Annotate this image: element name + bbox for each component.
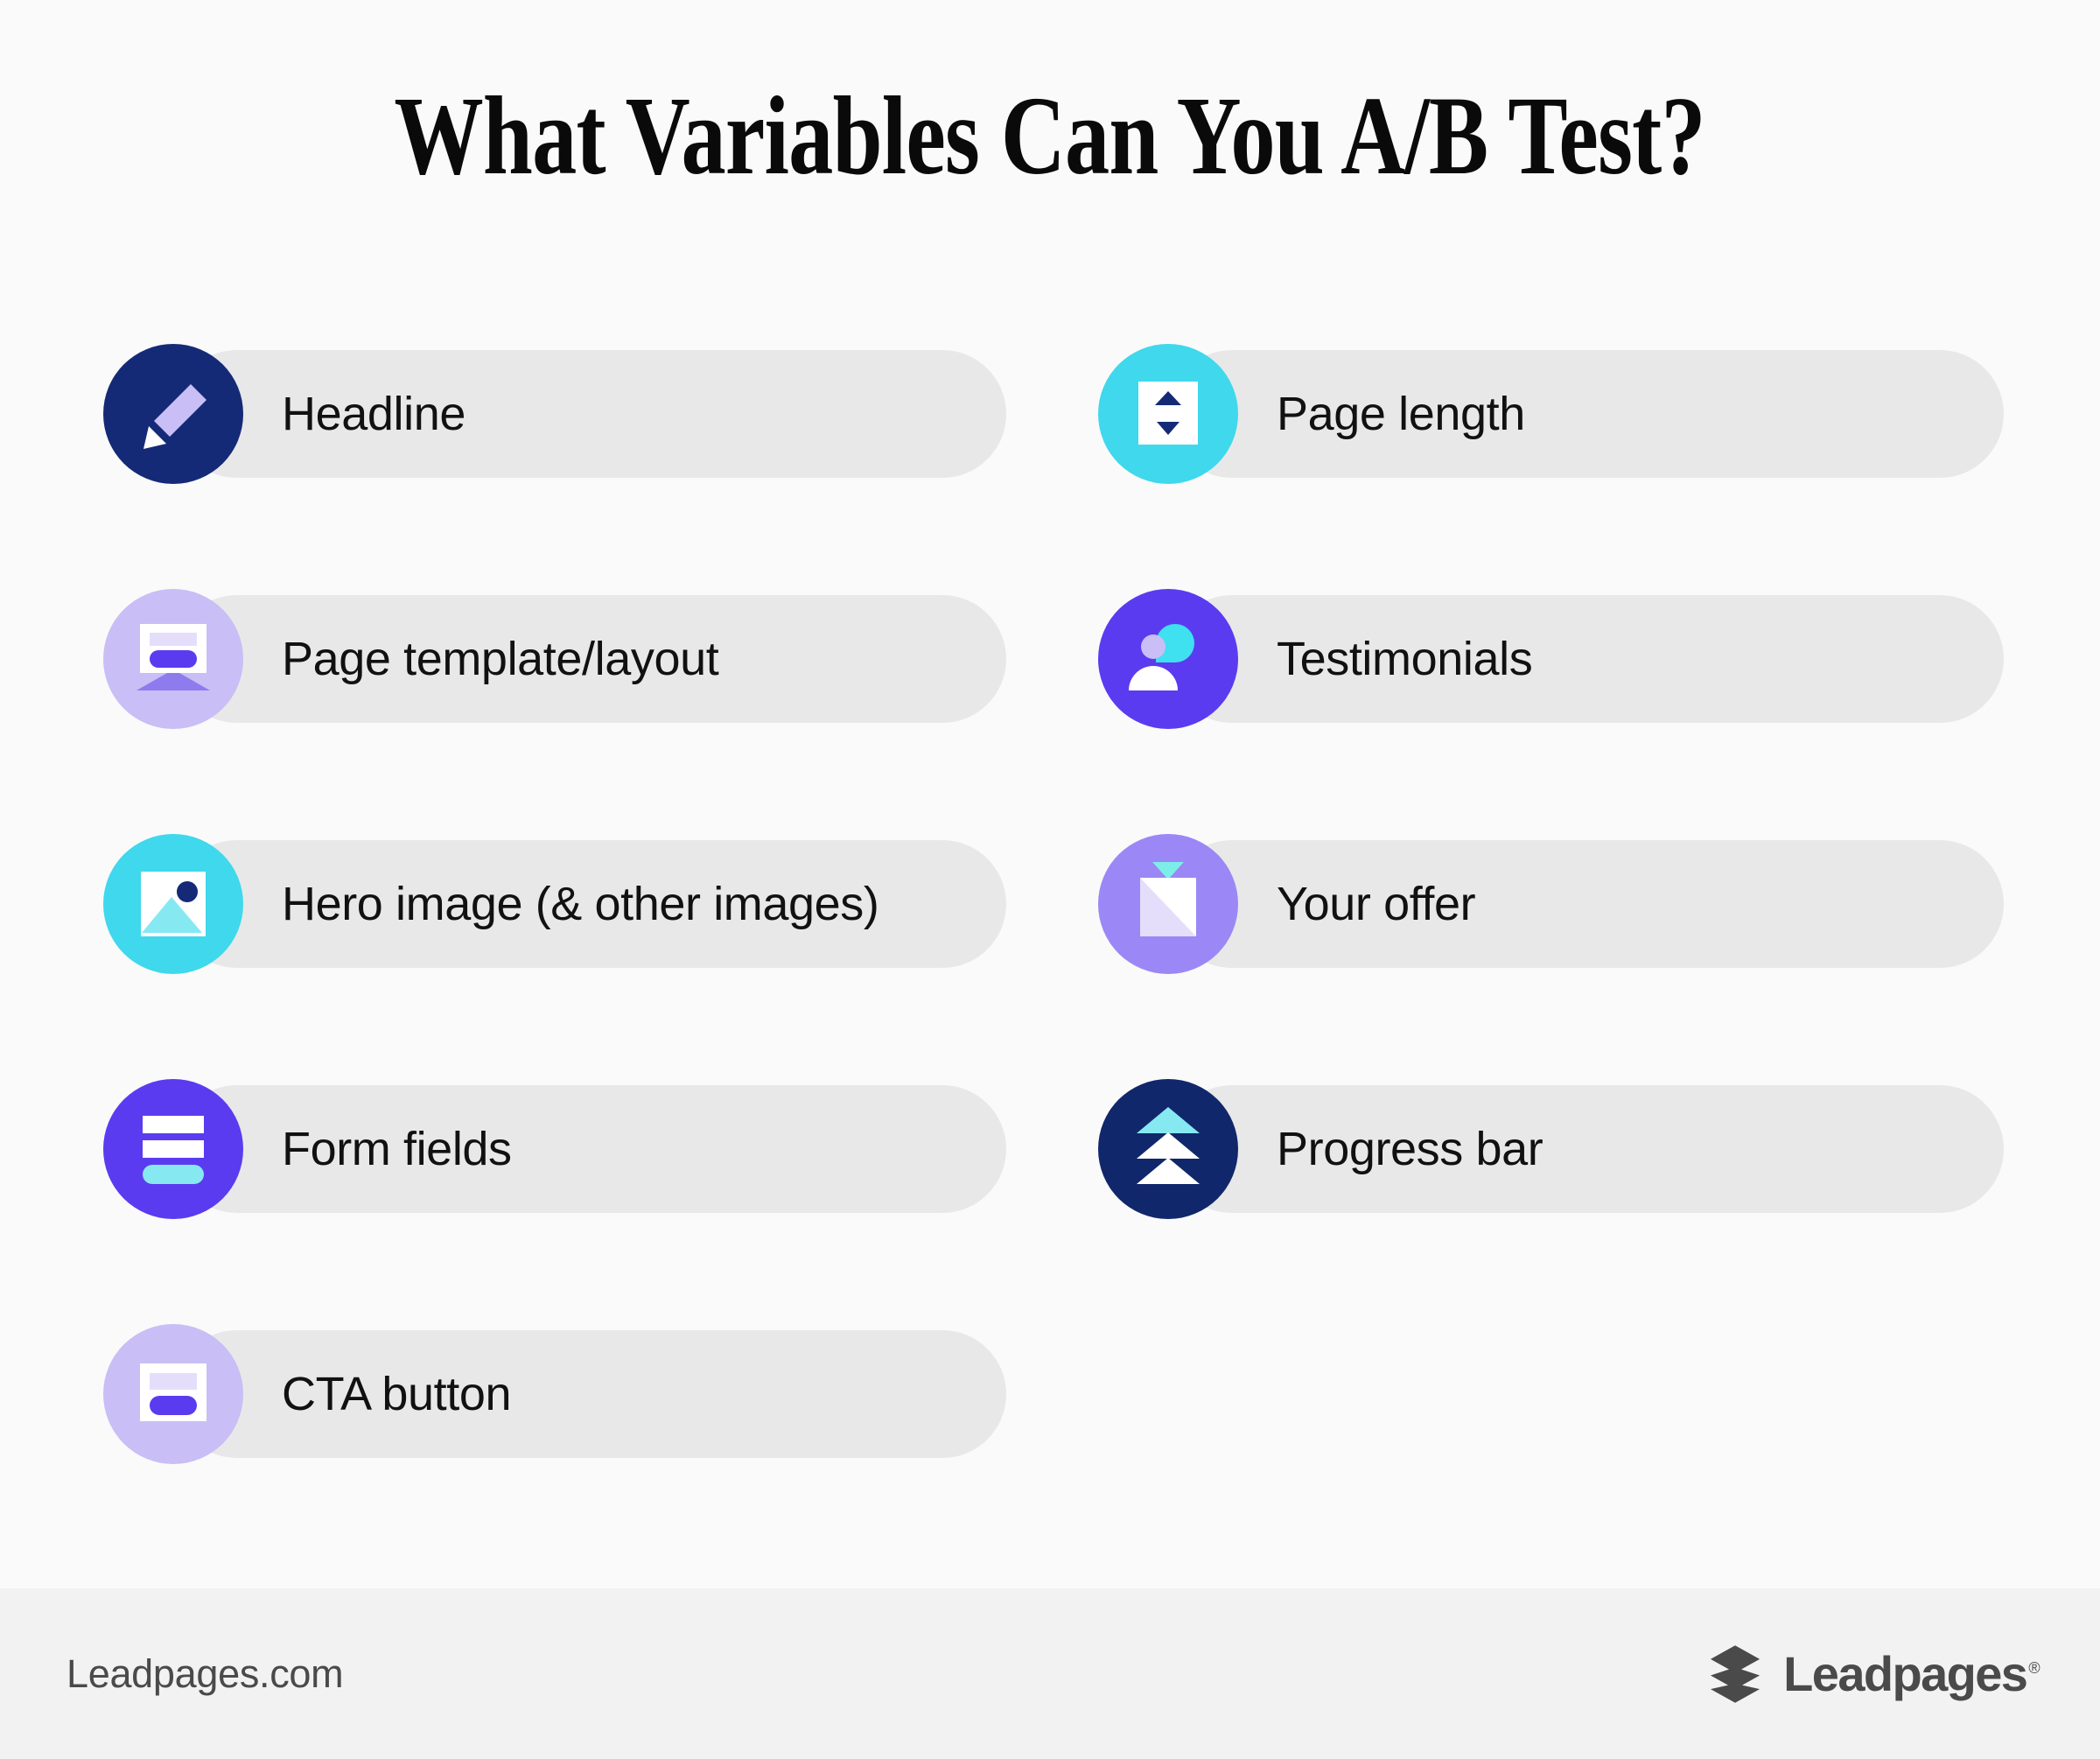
item-pill[interactable]: Hero image (& other images) [173,840,1006,968]
cta-button-icon [103,1324,243,1464]
form-fields-icon [103,1079,243,1219]
person-speech-icon [1098,589,1238,729]
list-item-headline[interactable]: Headline [103,344,1006,484]
brand-name-text: Leadpages ® [1783,1645,2040,1702]
item-label: Form fields [282,1123,512,1175]
footer-brand: Leadpages ® [1701,1640,2040,1708]
item-label: Progress bar [1277,1123,1544,1175]
item-label: Headline [282,388,466,440]
item-label: Page template/layout [282,633,719,685]
item-pill[interactable]: Testimonials [1168,595,2004,723]
registered-trademark-icon: ® [2028,1659,2040,1678]
item-pill[interactable]: Form fields [173,1085,1006,1213]
item-label: CTA button [282,1368,512,1420]
variables-list: Headline Page template/layout Hero image… [0,0,2100,1588]
item-pill[interactable]: Progress bar [1168,1085,2004,1213]
list-item-page-length[interactable]: Page length [1098,344,2004,484]
item-pill[interactable]: Your offer [1168,840,2004,968]
pencil-icon [103,344,243,484]
footer: Leadpages.com Leadpages ® [0,1588,2100,1759]
item-label: Hero image (& other images) [282,878,879,930]
list-item-form-fields[interactable]: Form fields [103,1079,1006,1219]
list-item-cta-button[interactable]: CTA button [103,1324,1006,1464]
updown-arrows-icon [1098,344,1238,484]
list-item-page-template[interactable]: Page template/layout [103,589,1006,729]
leadpages-layers-logo [1711,1644,1760,1703]
gift-box-icon [1098,834,1238,974]
image-icon [103,834,243,974]
item-label: Testimonials [1277,633,1533,685]
item-pill[interactable]: Page template/layout [173,595,1006,723]
list-item-progress-bar[interactable]: Progress bar [1098,1079,2004,1219]
item-pill[interactable]: Headline [173,350,1006,478]
item-pill[interactable]: CTA button [173,1330,1006,1458]
list-item-your-offer[interactable]: Your offer [1098,834,2004,974]
item-label: Your offer [1277,878,1476,930]
list-item-hero-image[interactable]: Hero image (& other images) [103,834,1006,974]
footer-site-url: Leadpages.com [66,1650,344,1696]
list-item-testimonials[interactable]: Testimonials [1098,589,2004,729]
chevrons-up-icon [1098,1079,1238,1219]
item-label: Page length [1277,388,1525,440]
page-layout-icon [103,589,243,729]
brand-word: Leadpages [1783,1646,2028,1701]
item-pill[interactable]: Page length [1168,350,2004,478]
